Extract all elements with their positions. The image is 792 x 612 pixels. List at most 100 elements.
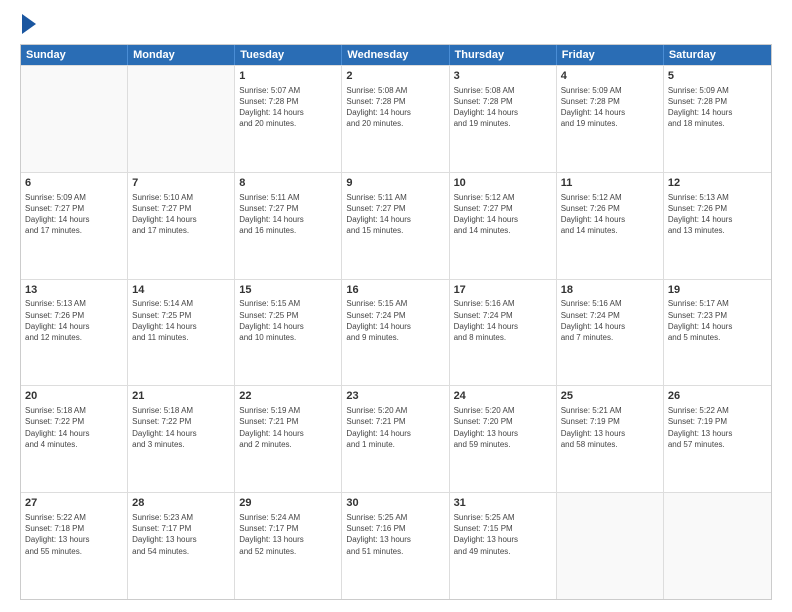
calendar-cell: 18Sunrise: 5:16 AM Sunset: 7:24 PM Dayli… [557, 280, 664, 386]
calendar-cell [21, 66, 128, 172]
page: SundayMondayTuesdayWednesdayThursdayFrid… [0, 0, 792, 612]
day-number: 29 [239, 496, 337, 511]
day-number: 25 [561, 389, 659, 404]
calendar-cell: 12Sunrise: 5:13 AM Sunset: 7:26 PM Dayli… [664, 173, 771, 279]
calendar-cell: 1Sunrise: 5:07 AM Sunset: 7:28 PM Daylig… [235, 66, 342, 172]
day-number: 2 [346, 69, 444, 84]
day-number: 11 [561, 176, 659, 191]
day-info: Sunrise: 5:09 AM Sunset: 7:28 PM Dayligh… [668, 85, 767, 130]
day-info: Sunrise: 5:20 AM Sunset: 7:21 PM Dayligh… [346, 405, 444, 450]
day-number: 10 [454, 176, 552, 191]
day-number: 26 [668, 389, 767, 404]
day-number: 21 [132, 389, 230, 404]
calendar-cell: 3Sunrise: 5:08 AM Sunset: 7:28 PM Daylig… [450, 66, 557, 172]
calendar-cell: 13Sunrise: 5:13 AM Sunset: 7:26 PM Dayli… [21, 280, 128, 386]
calendar-row-5: 27Sunrise: 5:22 AM Sunset: 7:18 PM Dayli… [21, 492, 771, 599]
calendar-cell: 21Sunrise: 5:18 AM Sunset: 7:22 PM Dayli… [128, 386, 235, 492]
day-number: 14 [132, 283, 230, 298]
calendar-cell: 16Sunrise: 5:15 AM Sunset: 7:24 PM Dayli… [342, 280, 449, 386]
calendar-cell: 25Sunrise: 5:21 AM Sunset: 7:19 PM Dayli… [557, 386, 664, 492]
day-number: 27 [25, 496, 123, 511]
day-number: 6 [25, 176, 123, 191]
day-number: 30 [346, 496, 444, 511]
calendar-row-2: 6Sunrise: 5:09 AM Sunset: 7:27 PM Daylig… [21, 172, 771, 279]
weekday-header-friday: Friday [557, 45, 664, 65]
calendar-cell: 31Sunrise: 5:25 AM Sunset: 7:15 PM Dayli… [450, 493, 557, 599]
day-info: Sunrise: 5:11 AM Sunset: 7:27 PM Dayligh… [346, 192, 444, 237]
day-number: 8 [239, 176, 337, 191]
calendar-row-3: 13Sunrise: 5:13 AM Sunset: 7:26 PM Dayli… [21, 279, 771, 386]
calendar-cell: 15Sunrise: 5:15 AM Sunset: 7:25 PM Dayli… [235, 280, 342, 386]
calendar-cell: 30Sunrise: 5:25 AM Sunset: 7:16 PM Dayli… [342, 493, 449, 599]
calendar-cell: 14Sunrise: 5:14 AM Sunset: 7:25 PM Dayli… [128, 280, 235, 386]
weekday-header-wednesday: Wednesday [342, 45, 449, 65]
calendar-cell: 10Sunrise: 5:12 AM Sunset: 7:27 PM Dayli… [450, 173, 557, 279]
day-info: Sunrise: 5:14 AM Sunset: 7:25 PM Dayligh… [132, 298, 230, 343]
calendar-cell: 7Sunrise: 5:10 AM Sunset: 7:27 PM Daylig… [128, 173, 235, 279]
day-info: Sunrise: 5:18 AM Sunset: 7:22 PM Dayligh… [132, 405, 230, 450]
day-info: Sunrise: 5:22 AM Sunset: 7:19 PM Dayligh… [668, 405, 767, 450]
calendar: SundayMondayTuesdayWednesdayThursdayFrid… [20, 44, 772, 600]
calendar-cell: 4Sunrise: 5:09 AM Sunset: 7:28 PM Daylig… [557, 66, 664, 172]
day-info: Sunrise: 5:20 AM Sunset: 7:20 PM Dayligh… [454, 405, 552, 450]
weekday-header-monday: Monday [128, 45, 235, 65]
day-info: Sunrise: 5:08 AM Sunset: 7:28 PM Dayligh… [454, 85, 552, 130]
weekday-header-saturday: Saturday [664, 45, 771, 65]
calendar-cell: 29Sunrise: 5:24 AM Sunset: 7:17 PM Dayli… [235, 493, 342, 599]
calendar-cell: 8Sunrise: 5:11 AM Sunset: 7:27 PM Daylig… [235, 173, 342, 279]
calendar-cell: 11Sunrise: 5:12 AM Sunset: 7:26 PM Dayli… [557, 173, 664, 279]
day-number: 16 [346, 283, 444, 298]
day-info: Sunrise: 5:23 AM Sunset: 7:17 PM Dayligh… [132, 512, 230, 557]
calendar-cell: 6Sunrise: 5:09 AM Sunset: 7:27 PM Daylig… [21, 173, 128, 279]
day-info: Sunrise: 5:07 AM Sunset: 7:28 PM Dayligh… [239, 85, 337, 130]
calendar-cell [664, 493, 771, 599]
day-info: Sunrise: 5:17 AM Sunset: 7:23 PM Dayligh… [668, 298, 767, 343]
logo-arrow-icon [22, 14, 36, 34]
day-info: Sunrise: 5:15 AM Sunset: 7:24 PM Dayligh… [346, 298, 444, 343]
day-info: Sunrise: 5:16 AM Sunset: 7:24 PM Dayligh… [561, 298, 659, 343]
day-number: 20 [25, 389, 123, 404]
weekday-header-sunday: Sunday [21, 45, 128, 65]
day-info: Sunrise: 5:21 AM Sunset: 7:19 PM Dayligh… [561, 405, 659, 450]
day-info: Sunrise: 5:25 AM Sunset: 7:15 PM Dayligh… [454, 512, 552, 557]
weekday-header-tuesday: Tuesday [235, 45, 342, 65]
calendar-row-1: 1Sunrise: 5:07 AM Sunset: 7:28 PM Daylig… [21, 65, 771, 172]
day-number: 13 [25, 283, 123, 298]
day-number: 9 [346, 176, 444, 191]
calendar-body: 1Sunrise: 5:07 AM Sunset: 7:28 PM Daylig… [21, 65, 771, 599]
day-info: Sunrise: 5:09 AM Sunset: 7:28 PM Dayligh… [561, 85, 659, 130]
day-info: Sunrise: 5:22 AM Sunset: 7:18 PM Dayligh… [25, 512, 123, 557]
day-number: 28 [132, 496, 230, 511]
calendar-cell: 20Sunrise: 5:18 AM Sunset: 7:22 PM Dayli… [21, 386, 128, 492]
calendar-cell: 5Sunrise: 5:09 AM Sunset: 7:28 PM Daylig… [664, 66, 771, 172]
calendar-cell: 2Sunrise: 5:08 AM Sunset: 7:28 PM Daylig… [342, 66, 449, 172]
weekday-header-thursday: Thursday [450, 45, 557, 65]
day-number: 22 [239, 389, 337, 404]
day-number: 3 [454, 69, 552, 84]
calendar-cell: 27Sunrise: 5:22 AM Sunset: 7:18 PM Dayli… [21, 493, 128, 599]
calendar-cell: 28Sunrise: 5:23 AM Sunset: 7:17 PM Dayli… [128, 493, 235, 599]
calendar-cell [128, 66, 235, 172]
day-number: 31 [454, 496, 552, 511]
day-number: 15 [239, 283, 337, 298]
calendar-cell: 26Sunrise: 5:22 AM Sunset: 7:19 PM Dayli… [664, 386, 771, 492]
day-number: 24 [454, 389, 552, 404]
logo [20, 16, 36, 34]
calendar-cell: 22Sunrise: 5:19 AM Sunset: 7:21 PM Dayli… [235, 386, 342, 492]
day-info: Sunrise: 5:19 AM Sunset: 7:21 PM Dayligh… [239, 405, 337, 450]
day-number: 18 [561, 283, 659, 298]
calendar-header: SundayMondayTuesdayWednesdayThursdayFrid… [21, 45, 771, 65]
day-info: Sunrise: 5:16 AM Sunset: 7:24 PM Dayligh… [454, 298, 552, 343]
day-number: 17 [454, 283, 552, 298]
calendar-cell: 19Sunrise: 5:17 AM Sunset: 7:23 PM Dayli… [664, 280, 771, 386]
calendar-cell: 17Sunrise: 5:16 AM Sunset: 7:24 PM Dayli… [450, 280, 557, 386]
header [20, 16, 772, 34]
day-info: Sunrise: 5:12 AM Sunset: 7:26 PM Dayligh… [561, 192, 659, 237]
day-info: Sunrise: 5:13 AM Sunset: 7:26 PM Dayligh… [668, 192, 767, 237]
day-number: 5 [668, 69, 767, 84]
day-info: Sunrise: 5:10 AM Sunset: 7:27 PM Dayligh… [132, 192, 230, 237]
day-info: Sunrise: 5:15 AM Sunset: 7:25 PM Dayligh… [239, 298, 337, 343]
day-info: Sunrise: 5:25 AM Sunset: 7:16 PM Dayligh… [346, 512, 444, 557]
day-number: 7 [132, 176, 230, 191]
day-number: 4 [561, 69, 659, 84]
